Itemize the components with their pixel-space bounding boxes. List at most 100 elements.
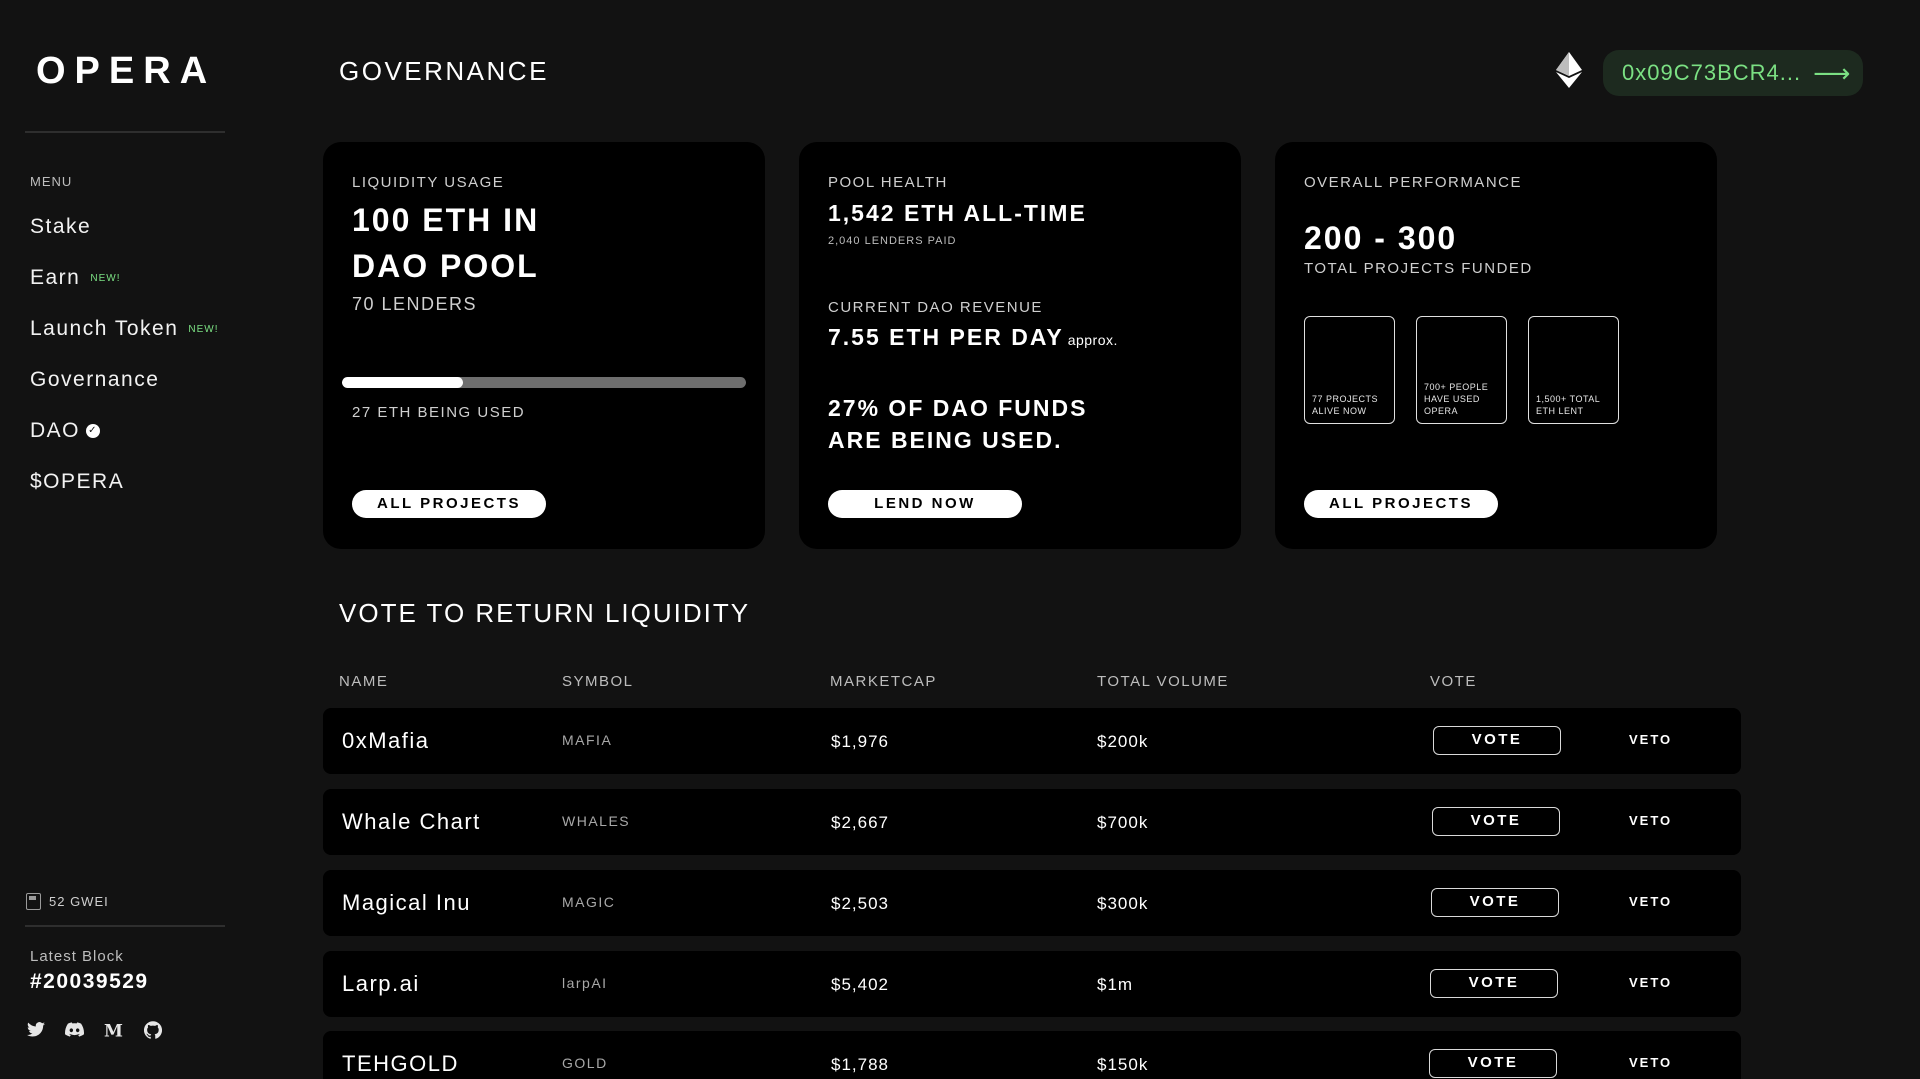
gas-pump-icon [26,893,41,910]
project-volume: $150k [1097,1055,1149,1074]
latest-block-number: #20039529 [30,970,149,993]
project-symbol: WHALES [562,813,631,829]
discord-icon[interactable] [65,1020,84,1039]
vote-section-title: VOTE TO RETURN LIQUIDITY [339,598,751,628]
project-volume: $200k [1097,732,1149,751]
project-name: Magical Inu [342,890,472,915]
project-name: 0xMafia [342,728,430,753]
sidebar-item-label: Governance [30,368,160,391]
lenders-paid: 2,040 LENDERS PAID [828,235,957,247]
project-symbol: MAFIA [562,732,613,748]
card-label: OVERALL PERFORMANCE [1304,174,1522,191]
column-header-name: NAME [339,673,389,690]
project-name: TEHGOLD [342,1051,459,1076]
projects-funded-label: TOTAL PROJECTS FUNDED [1304,260,1533,277]
veto-button[interactable]: VETO [1629,894,1672,909]
eth-used: 27 ETH BEING USED [352,404,526,421]
all-projects-button[interactable]: ALL PROJECTS [352,490,546,518]
menu-title: MENU [30,174,73,189]
project-marketcap: $1,788 [831,1055,889,1074]
table-row: Whale Chart WHALES $2,667 $700k VOTE VET… [323,789,1741,855]
gas-price: 52 GWEI [26,893,109,910]
sidebar-item-label: DAO [30,419,81,442]
vote-button[interactable]: VOTE [1432,807,1560,836]
svg-text:M: M [104,1022,123,1038]
project-volume: $700k [1097,813,1149,832]
project-marketcap: $2,503 [831,894,889,913]
sidebar-item-dao[interactable]: DAO ✓ [30,419,101,443]
lenders-count: 70 LENDERS [352,294,478,314]
project-name: Whale Chart [342,809,481,834]
dao-revenue: 7.55 ETH PER DAY approx. [828,324,1118,350]
project-volume: $300k [1097,894,1149,913]
stat-tile: 1,500+ TOTAL ETH LENT [1528,316,1619,424]
project-symbol: larpAI [562,975,608,991]
wallet-address-button[interactable]: 0x09C73BCR4... ⟶ [1603,50,1863,96]
vote-button[interactable]: VOTE [1431,888,1559,917]
column-header-marketcap: MARKETCAP [830,673,937,690]
wallet-address: 0x09C73BCR4... [1622,60,1802,85]
gas-value: 52 GWEI [49,894,109,909]
sidebar-item-stake[interactable]: Stake [30,215,91,239]
sidebar: OPERA MENU Stake Earn NEW! Launch Token NE… [0,0,250,1079]
veto-button[interactable]: VETO [1629,975,1672,990]
table-row: TEHGOLD GOLD $1,788 $150k VOTE VETO [323,1031,1741,1079]
approx-note: approx. [1067,332,1118,348]
all-projects-button[interactable]: ALL PROJECTS [1304,490,1498,518]
vote-button[interactable]: VOTE [1429,1049,1557,1078]
table-row: Larp.ai larpAI $5,402 $1m VOTE VETO [323,951,1741,1017]
pool-size-line2: DAO POOL [352,248,539,284]
social-links: M [26,1020,162,1039]
card-label: LIQUIDITY USAGE [352,174,505,191]
project-volume: $1m [1097,975,1134,994]
sidebar-item-label: $OPERA [30,470,125,493]
sidebar-divider [25,131,225,133]
twitter-icon[interactable] [26,1020,45,1039]
sidebar-item-earn[interactable]: Earn NEW! [30,266,120,290]
pool-size-line1: 100 ETH IN [352,202,540,238]
column-header-symbol: SYMBOL [562,673,634,690]
veto-button[interactable]: VETO [1629,732,1672,747]
table-row: 0xMafia MAFIA $1,976 $200k VOTE VETO [323,708,1741,774]
sidebar-item-launch-token[interactable]: Launch Token NEW! [30,317,219,341]
sidebar-item-label: Launch Token [30,317,179,340]
pool-health-card: POOL HEALTH 1,542 ETH ALL-TIME 2,040 LEN… [799,142,1241,549]
vote-button[interactable]: VOTE [1430,969,1558,998]
projects-range: 200 - 300 [1304,220,1458,256]
project-name: Larp.ai [342,971,420,996]
arrow-right-icon: ⟶ [1813,57,1852,88]
progress-fill [342,377,464,388]
latest-block-label: Latest Block [30,948,124,965]
liquidity-progress-bar [342,377,746,388]
page-title: GOVERNANCE [339,56,549,86]
alltime-eth: 1,542 ETH ALL-TIME [828,200,1087,226]
revenue-label: CURRENT DAO REVENUE [828,299,1043,316]
funds-used-line2: ARE BEING USED. [828,427,1063,453]
project-marketcap: $2,667 [831,813,889,832]
lend-now-button[interactable]: LEND NOW [828,490,1022,518]
column-header-vote: VOTE [1430,673,1477,690]
vote-button[interactable]: VOTE [1433,726,1561,755]
github-icon[interactable] [143,1020,162,1039]
verified-check-icon: ✓ [86,424,101,439]
veto-button[interactable]: VETO [1629,813,1672,828]
sidebar-item-governance[interactable]: Governance [30,368,159,392]
sidebar-item-opera-token[interactable]: $OPERA [30,470,124,494]
funds-used-line1: 27% OF DAO FUNDS [828,395,1088,421]
card-label: POOL HEALTH [828,174,948,191]
new-badge: NEW! [90,272,121,284]
project-symbol: GOLD [562,1055,608,1071]
sidebar-item-label: Earn [30,266,81,289]
project-symbol: MAGIC [562,894,616,910]
medium-icon[interactable]: M [104,1020,123,1039]
stat-tile: 700+ PEOPLE HAVE USED OPERA [1416,316,1507,424]
ethereum-icon[interactable] [1556,52,1582,93]
table-row: Magical Inu MAGIC $2,503 $300k VOTE VETO [323,870,1741,936]
new-badge: NEW! [188,323,219,335]
sidebar-divider [25,925,225,927]
logo[interactable]: OPERA [36,50,216,93]
liquidity-usage-card: LIQUIDITY USAGE 100 ETH IN DAO POOL 70 L… [323,142,765,549]
column-header-volume: TOTAL VOLUME [1097,673,1229,690]
veto-button[interactable]: VETO [1629,1055,1672,1070]
stat-tile: 77 PROJECTS ALIVE NOW [1304,316,1395,424]
